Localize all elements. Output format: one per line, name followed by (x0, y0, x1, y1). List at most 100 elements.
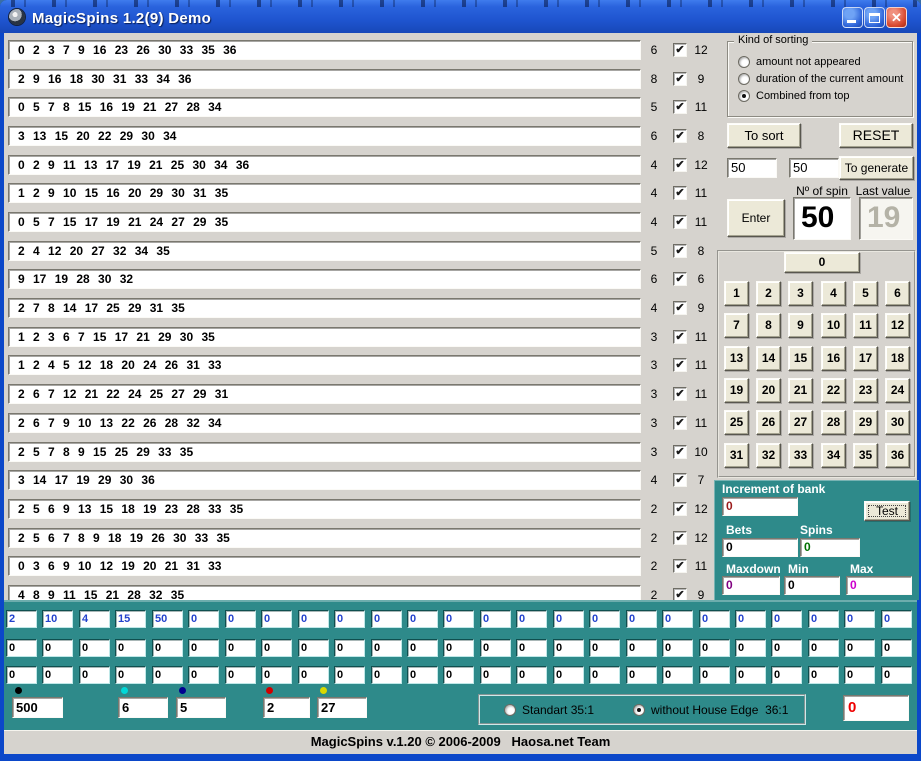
sequence-field[interactable]: 2 7 8 14 17 25 29 31 35 (8, 298, 641, 318)
maxdown-input[interactable]: 0 (722, 576, 780, 595)
sequence-field[interactable]: 1 2 9 10 15 16 20 29 30 31 35 (8, 183, 641, 203)
bet-cell[interactable]: 0 (407, 639, 438, 657)
number-button-16[interactable]: 16 (821, 346, 846, 371)
bet-cell[interactable]: 0 (188, 639, 219, 657)
number-button-36[interactable]: 36 (885, 443, 910, 468)
bet-cell[interactable]: 0 (334, 666, 365, 684)
row-checkbox[interactable]: ✔ (673, 186, 687, 200)
row-checkbox[interactable]: ✔ (673, 330, 687, 344)
bet-cell[interactable]: 0 (298, 639, 329, 657)
row-checkbox[interactable]: ✔ (673, 301, 687, 315)
bet-cell[interactable]: 0 (407, 666, 438, 684)
bet-cell[interactable]: 0 (152, 639, 183, 657)
bet-cell[interactable]: 0 (662, 666, 693, 684)
number-button-20[interactable]: 20 (756, 378, 781, 403)
bet-cell[interactable]: 0 (735, 610, 766, 628)
bet-cell[interactable]: 0 (881, 639, 912, 657)
close-button[interactable]: ✕ (886, 7, 907, 28)
number-button-8[interactable]: 8 (756, 313, 781, 338)
sequence-field[interactable]: 2 5 6 9 13 15 18 19 23 28 33 35 (8, 499, 641, 519)
bet-cell[interactable]: 0 (261, 639, 292, 657)
row-checkbox[interactable]: ✔ (673, 129, 687, 143)
number-button-4[interactable]: 4 (821, 281, 846, 306)
number-button-30[interactable]: 30 (885, 410, 910, 435)
bet-cell[interactable]: 50 (152, 610, 183, 628)
bet-cell[interactable]: 0 (115, 639, 146, 657)
bet-cell[interactable]: 0 (808, 639, 839, 657)
bet-cell[interactable]: 0 (553, 666, 584, 684)
number-button-9[interactable]: 9 (788, 313, 813, 338)
bet-cell[interactable]: 0 (626, 639, 657, 657)
bet-cell[interactable]: 0 (79, 639, 110, 657)
bet-cell[interactable]: 0 (115, 666, 146, 684)
row-checkbox[interactable]: ✔ (673, 502, 687, 516)
enter-button[interactable]: Enter (727, 199, 785, 237)
sequence-field[interactable]: 2 5 6 7 8 9 18 19 26 30 33 35 (8, 528, 641, 548)
bet-cell[interactable]: 0 (225, 639, 256, 657)
bet-cell[interactable]: 0 (261, 610, 292, 628)
bet-cell[interactable]: 0 (844, 666, 875, 684)
max-input[interactable]: 0 (846, 576, 912, 595)
sequence-field[interactable]: 1 2 4 5 12 18 20 24 26 31 33 (8, 355, 641, 375)
number-button-11[interactable]: 11 (853, 313, 878, 338)
sequence-field[interactable]: 2 4 12 20 27 32 34 35 (8, 241, 641, 261)
number-button-7[interactable]: 7 (724, 313, 749, 338)
increment-input[interactable]: 0 (722, 497, 798, 516)
bet-cell[interactable]: 0 (808, 610, 839, 628)
number-button-14[interactable]: 14 (756, 346, 781, 371)
radio-icon[interactable] (633, 704, 645, 716)
bet-cell[interactable]: 0 (443, 639, 474, 657)
sequence-field[interactable]: 9 17 19 28 30 32 (8, 269, 641, 289)
number-button-5[interactable]: 5 (853, 281, 878, 306)
sequence-field[interactable]: 2 6 7 9 10 13 22 26 28 32 34 (8, 413, 641, 433)
bet-cell[interactable]: 0 (699, 610, 730, 628)
radio-icon[interactable] (738, 56, 750, 68)
bet-cell[interactable]: 0 (298, 610, 329, 628)
row-checkbox[interactable]: ✔ (673, 416, 687, 430)
bottom-param-input[interactable]: 2 (263, 697, 310, 718)
bet-cell[interactable]: 0 (516, 610, 547, 628)
bet-cell[interactable]: 0 (298, 666, 329, 684)
bet-cell[interactable]: 0 (516, 666, 547, 684)
row-checkbox[interactable]: ✔ (673, 559, 687, 573)
number-button-6[interactable]: 6 (885, 281, 910, 306)
bet-cell[interactable]: 0 (662, 639, 693, 657)
bet-cell[interactable]: 0 (79, 666, 110, 684)
bet-cell[interactable]: 0 (152, 666, 183, 684)
sequence-field[interactable]: 2 5 7 8 9 15 25 29 33 35 (8, 442, 641, 462)
row-checkbox[interactable]: ✔ (673, 72, 687, 86)
bet-cell[interactable]: 0 (334, 610, 365, 628)
spins-input[interactable]: 0 (800, 538, 860, 557)
bet-cell[interactable]: 0 (553, 610, 584, 628)
number-button-13[interactable]: 13 (724, 346, 749, 371)
number-button-35[interactable]: 35 (853, 443, 878, 468)
bet-cell[interactable]: 0 (443, 666, 474, 684)
bet-cell[interactable]: 0 (626, 666, 657, 684)
bet-cell[interactable]: 0 (443, 610, 474, 628)
bet-cell[interactable]: 0 (589, 639, 620, 657)
bottom-param-input[interactable]: 500 (12, 697, 63, 718)
number-button-31[interactable]: 31 (724, 443, 749, 468)
bet-cell[interactable]: 0 (662, 610, 693, 628)
bet-cell[interactable]: 0 (881, 666, 912, 684)
reset-button[interactable]: RESET (839, 123, 913, 148)
bet-cell[interactable]: 10 (42, 610, 73, 628)
bet-cell[interactable]: 0 (771, 639, 802, 657)
test-button[interactable]: Test (864, 501, 910, 521)
bet-cell[interactable]: 0 (771, 610, 802, 628)
number-button-3[interactable]: 3 (788, 281, 813, 306)
row-checkbox[interactable]: ✔ (673, 473, 687, 487)
bet-cell[interactable]: 0 (881, 610, 912, 628)
number-button-23[interactable]: 23 (853, 378, 878, 403)
number-button-18[interactable]: 18 (885, 346, 910, 371)
bet-cell[interactable]: 0 (626, 610, 657, 628)
generate-max-input[interactable]: 50 (789, 158, 839, 178)
bet-cell[interactable]: 0 (407, 610, 438, 628)
number-button-12[interactable]: 12 (885, 313, 910, 338)
number-button-25[interactable]: 25 (724, 410, 749, 435)
to-generate-button[interactable]: To generate (839, 156, 914, 180)
sequence-field[interactable]: 3 14 17 19 29 30 36 (8, 470, 641, 490)
row-checkbox[interactable]: ✔ (673, 215, 687, 229)
bet-cell[interactable]: 0 (334, 639, 365, 657)
number-button-15[interactable]: 15 (788, 346, 813, 371)
